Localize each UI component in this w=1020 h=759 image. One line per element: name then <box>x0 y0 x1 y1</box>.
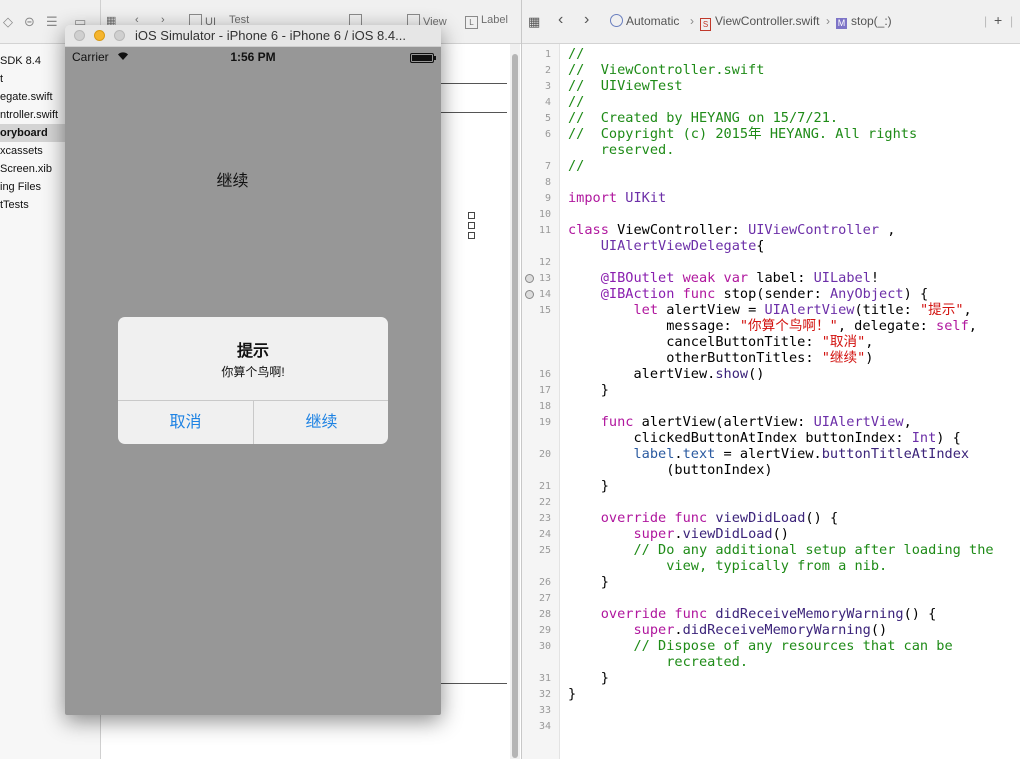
editor-jump-bar: ▦ ‹ › Automatic › S ViewController.swift … <box>522 0 1020 44</box>
assistant-automatic-icon <box>610 14 623 27</box>
simulator-titlebar[interactable]: iOS Simulator - iPhone 6 - iPhone 6 / iO… <box>65 25 441 47</box>
automatic-crumb[interactable]: Automatic <box>610 14 679 28</box>
canvas-scrollbar-thumb[interactable] <box>512 54 518 758</box>
code-line: // UIViewTest <box>568 78 683 94</box>
resize-handle[interactable] <box>468 222 475 229</box>
battery-icon <box>410 53 434 63</box>
code-line: let alertView = UIAlertView(title: "提示", <box>633 302 972 318</box>
code-line: } <box>568 686 577 702</box>
code-line: UIAlertViewDelegate{ <box>600 238 765 254</box>
code-line: (buttonIndex) <box>568 462 773 478</box>
code-line: override func viewDidLoad() { <box>600 510 839 526</box>
alert-continue-button[interactable]: 继续 <box>254 401 388 444</box>
close-window-button[interactable] <box>74 30 85 41</box>
code-line: // Dispose of any resources that can be <box>633 638 953 654</box>
code-line: // Created by HEYANG on 15/7/21. <box>568 110 839 126</box>
code-area[interactable]: //// ViewController.swift// UIViewTest//… <box>522 44 1020 759</box>
chevron-right-icon: › <box>690 14 694 28</box>
method-symbol-icon: M <box>836 18 847 29</box>
code-line: override func didReceiveMemoryWarning() … <box>600 606 937 622</box>
code-line: // <box>568 46 585 62</box>
code-line: } <box>568 670 609 686</box>
code-line: func alertView(alertView: UIAlertView, <box>600 414 912 430</box>
back-arrow-icon[interactable]: ‹ <box>558 11 563 29</box>
ios-simulator-window: iOS Simulator - iPhone 6 - iPhone 6 / iO… <box>65 25 441 715</box>
code-line: // <box>568 94 585 110</box>
file-name: ViewController.swift <box>715 14 820 28</box>
resize-handle[interactable] <box>468 232 475 239</box>
canvas-crumb-label[interactable]: L Label <box>465 14 508 29</box>
battery-level-fill <box>412 55 432 61</box>
ios-status-bar: Carrier 1:56 PM <box>65 47 441 67</box>
simulator-screen[interactable]: Carrier 1:56 PM 继续 提示 你算个鸟啊! 取消 继续 <box>65 47 441 715</box>
code-line: // Copyright (c) 2015年 HEYANG. All right… <box>568 126 918 142</box>
swift-file-icon: S <box>700 18 711 31</box>
status-bar-clock: 1:56 PM <box>230 50 276 64</box>
toolbar-separator: | <box>1010 14 1014 28</box>
code-line: } <box>568 382 609 398</box>
zoom-window-button[interactable] <box>114 30 125 41</box>
issue-navigator-icon[interactable]: ◇ <box>3 14 13 30</box>
simulator-window-title: iOS Simulator - iPhone 6 - iPhone 6 / iO… <box>135 28 406 43</box>
minimize-window-button[interactable] <box>94 30 105 41</box>
symbol-name: stop(_:) <box>851 14 892 28</box>
code-line: @IBAction func stop(sender: AnyObject) { <box>600 286 929 302</box>
alert-view: 提示 你算个鸟啊! 取消 继续 <box>118 317 388 444</box>
toolbar-separator: | <box>984 14 988 28</box>
code-line: clickedButtonAtIndex buttonIndex: Int) { <box>568 430 961 446</box>
source-editor[interactable]: ▦ ‹ › Automatic › S ViewController.swift … <box>522 0 1020 759</box>
result-label: 继续 <box>216 173 249 190</box>
code-line: otherButtonTitles: "继续") <box>568 350 874 366</box>
code-line: @IBOutlet weak var label: UILabel! <box>600 270 880 286</box>
code-line: } <box>568 478 609 494</box>
file-crumb[interactable]: S ViewController.swift <box>700 14 819 31</box>
code-line: label.text = alertView.buttonTitleAtInde… <box>633 446 970 462</box>
code-line: import UIKit <box>568 190 667 206</box>
code-line: super.didReceiveMemoryWarning() <box>633 622 888 638</box>
alert-message: 你算个鸟啊! <box>221 365 285 379</box>
code-line: class ViewController: UIViewController , <box>568 222 896 238</box>
code-line: // Do any additional setup after loading… <box>633 542 994 558</box>
code-line: // ViewController.swift <box>568 62 765 78</box>
canvas-scrollbar[interactable] <box>510 44 520 759</box>
code-line: message: "你算个鸟啊！", delegate: self, <box>568 318 977 334</box>
code-line: recreated. <box>568 654 749 670</box>
scene-border-line <box>441 112 507 113</box>
scene-border-line <box>441 83 507 84</box>
scene-border-line <box>441 683 507 684</box>
forward-arrow-icon[interactable]: › <box>584 11 589 29</box>
symbol-crumb[interactable]: Mstop(_:) <box>836 14 892 29</box>
debug-navigator-icon[interactable]: ☰ <box>46 14 58 30</box>
code-line: } <box>568 574 609 590</box>
automatic-label: Automatic <box>626 14 680 28</box>
test-navigator-icon[interactable]: ⊝ <box>24 14 35 30</box>
code-line: cancelButtonTitle: "取消", <box>568 334 874 350</box>
code-line: super.viewDidLoad() <box>633 526 789 542</box>
label-icon: L <box>465 16 478 29</box>
alert-cancel-button[interactable]: 取消 <box>118 401 253 444</box>
alert-title: 提示 <box>236 343 269 360</box>
code-line: reserved. <box>568 142 675 158</box>
resize-handle[interactable] <box>468 212 475 219</box>
code-line: alertView.show() <box>568 366 765 382</box>
battery-tip <box>434 56 436 60</box>
add-editor-icon[interactable]: + <box>994 12 1002 28</box>
code-line: // <box>568 158 585 174</box>
related-items-icon[interactable]: ▦ <box>528 14 540 30</box>
chevron-right-icon: › <box>826 14 830 28</box>
code-line: view, typically from a nib. <box>568 558 888 574</box>
